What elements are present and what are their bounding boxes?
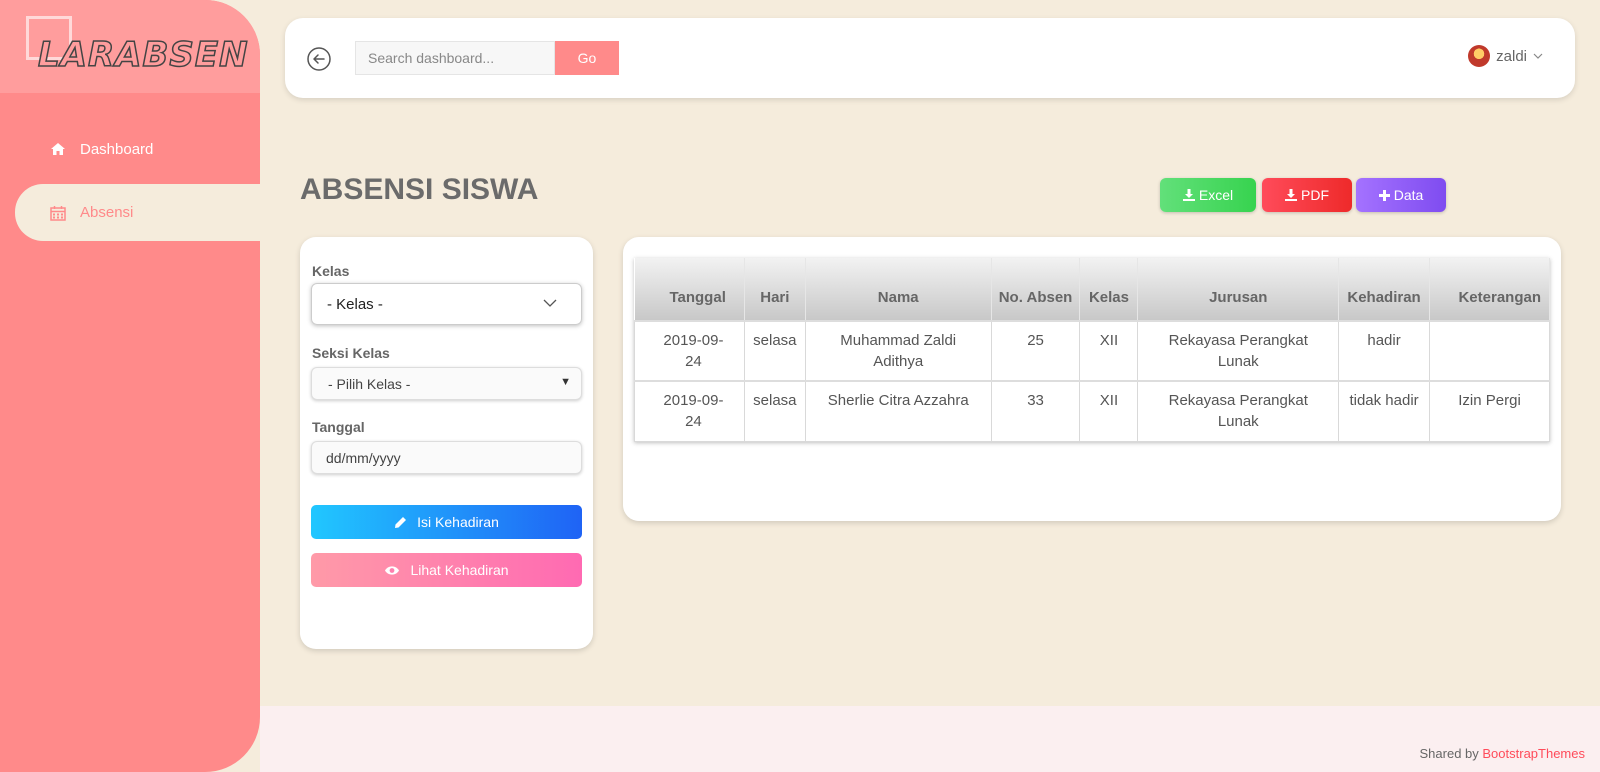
sidebar-item-label: Absensi xyxy=(80,204,134,221)
sidebar-item-label: Dashboard xyxy=(80,140,154,158)
table-row: 2019-09-24 selasa Muhammad Zaldi Adithya… xyxy=(634,320,1550,382)
cell-kehadiran: hadir xyxy=(1338,320,1431,382)
export-pdf-button[interactable]: PDF xyxy=(1262,178,1352,212)
add-data-button[interactable]: Data xyxy=(1356,178,1446,212)
brand-logo[interactable]: LARABSEN xyxy=(37,37,249,73)
user-name: zaldi xyxy=(1496,47,1527,65)
lihat-kehadiran-button[interactable]: Lihat Kehadiran xyxy=(311,553,582,587)
lihat-kehadiran-label: Lihat Kehadiran xyxy=(410,562,509,578)
brand-area: LARABSEN xyxy=(0,0,260,93)
seksi-kelas-select[interactable]: - Pilih Kelas - ▼ xyxy=(311,367,582,400)
cell-no-absen: 25 xyxy=(990,320,1081,382)
seksi-kelas-value: - Pilih Kelas - xyxy=(328,375,411,392)
user-menu[interactable]: zaldi xyxy=(1468,45,1543,67)
cell-kelas: XII xyxy=(1079,380,1139,442)
cell-jurusan: Rekayasa Perangkat Lunak xyxy=(1137,380,1340,442)
cell-no-absen: 33 xyxy=(990,380,1081,442)
cell-keterangan xyxy=(1429,320,1550,382)
export-excel-button[interactable]: Excel xyxy=(1160,178,1256,212)
back-arrow-icon[interactable] xyxy=(307,47,331,71)
chevron-down-icon xyxy=(1533,53,1543,59)
cell-hari: selasa xyxy=(743,320,806,382)
sidebar: LARABSEN Dashboard Absensi xyxy=(0,0,260,772)
eye-icon xyxy=(385,565,400,575)
cell-nama: Sherlie Citra Azzahra xyxy=(804,380,992,442)
col-header-tanggal: Tanggal xyxy=(634,258,745,321)
page-title: ABSENSI SISWA xyxy=(300,173,539,206)
col-header-nama: Nama xyxy=(805,258,992,321)
footer-prefix: Shared by xyxy=(1419,746,1479,761)
footer: Shared by BootstrapThemes xyxy=(260,706,1600,772)
kelas-label: Kelas xyxy=(312,263,350,279)
sidebar-nav: Dashboard Absensi xyxy=(0,126,260,253)
attendance-table-card: Tanggal Hari Nama No. Absen Kelas Jurusa… xyxy=(623,237,1561,521)
col-header-hari: Hari xyxy=(744,258,806,321)
caret-down-icon: ▼ xyxy=(560,376,571,388)
cell-keterangan: Izin Pergi xyxy=(1429,380,1550,442)
add-data-label: Data xyxy=(1393,187,1424,203)
seksi-kelas-label: Seksi Kelas xyxy=(312,345,390,361)
col-header-keterangan: Keterangan xyxy=(1429,258,1550,321)
cell-kehadiran: tidak hadir xyxy=(1338,380,1431,442)
col-header-jurusan: Jurusan xyxy=(1137,258,1340,321)
chevron-down-icon xyxy=(543,299,557,307)
table-header-row: Tanggal Hari Nama No. Absen Kelas Jurusa… xyxy=(634,258,1550,321)
cell-hari: selasa xyxy=(743,380,806,442)
cell-nama: Muhammad Zaldi Adithya xyxy=(804,320,992,382)
kelas-select-value: - Kelas - xyxy=(327,295,383,313)
home-icon xyxy=(51,143,65,155)
sidebar-item-dashboard[interactable]: Dashboard xyxy=(0,126,260,172)
export-pdf-label: PDF xyxy=(1301,187,1329,203)
attendance-table: Tanggal Hari Nama No. Absen Kelas Jurusa… xyxy=(634,258,1550,442)
export-excel-label: Excel xyxy=(1198,187,1234,203)
isi-kehadiran-label: Isi Kehadiran xyxy=(417,514,499,530)
search-input[interactable] xyxy=(355,41,555,75)
table-row: 2019-09-24 selasa Sherlie Citra Azzahra … xyxy=(634,380,1550,442)
kelas-select[interactable]: - Kelas - xyxy=(311,283,582,325)
tanggal-placeholder: dd/mm/yyyy xyxy=(326,449,401,466)
isi-kehadiran-button[interactable]: Isi Kehadiran xyxy=(311,505,582,539)
sidebar-item-absensi[interactable]: Absensi xyxy=(15,184,260,241)
footer-credit: Shared by BootstrapThemes xyxy=(1420,746,1586,761)
pencil-icon xyxy=(395,516,407,528)
col-header-kehadiran: Kehadiran xyxy=(1338,258,1431,321)
calendar-icon xyxy=(50,205,66,221)
col-header-kelas: Kelas xyxy=(1079,258,1139,321)
download-icon xyxy=(1285,189,1297,201)
cell-jurusan: Rekayasa Perangkat Lunak xyxy=(1137,320,1340,382)
filter-card: Kelas - Kelas - Seksi Kelas - Pilih Kela… xyxy=(300,237,593,649)
download-icon xyxy=(1182,189,1195,201)
footer-link[interactable]: BootstrapThemes xyxy=(1482,746,1585,761)
plus-icon xyxy=(1378,189,1390,201)
cell-tanggal: 2019-09-24 xyxy=(634,320,745,382)
tanggal-date-input[interactable]: dd/mm/yyyy xyxy=(311,441,582,474)
top-bar: Go zaldi xyxy=(285,18,1575,98)
avatar xyxy=(1468,45,1491,67)
cell-tanggal: 2019-09-24 xyxy=(634,380,745,442)
search-go-button[interactable]: Go xyxy=(555,41,619,75)
cell-kelas: XII xyxy=(1079,320,1139,382)
tanggal-label: Tanggal xyxy=(312,419,365,435)
col-header-no-absen: No. Absen xyxy=(991,258,1081,321)
